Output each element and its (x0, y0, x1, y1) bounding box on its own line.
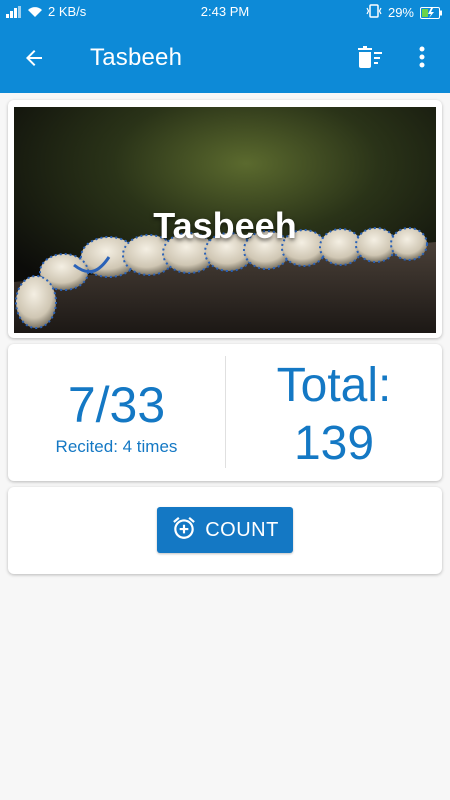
battery-icon (420, 6, 442, 19)
delete-sweep-icon (356, 44, 384, 75)
hero-card: Tasbeeh (8, 100, 442, 338)
page-title: Tasbeeh (90, 44, 183, 71)
arrow-back-icon (22, 46, 46, 75)
hero-title: Tasbeeh (153, 205, 297, 246)
count-action-card: COUNT (8, 487, 442, 574)
total-block: Total: 139 (226, 344, 442, 481)
prayer-beads-image: Tasbeeh (14, 107, 436, 333)
overflow-menu-button[interactable] (408, 44, 436, 74)
more-vert-icon (419, 46, 425, 73)
current-count-block: 7/33 Recited: 4 times (8, 344, 225, 481)
count-button-label: COUNT (205, 518, 279, 541)
status-bar: 2 KB/s 2:43 PM 29% (0, 0, 450, 24)
back-button[interactable] (18, 44, 50, 76)
recited-times: Recited: 4 times (55, 437, 178, 456)
reset-button[interactable] (354, 44, 386, 74)
vibrate-icon (366, 4, 382, 21)
count-button[interactable]: COUNT (157, 507, 293, 553)
total-value: 139 (293, 417, 375, 470)
app-bar: Tasbeeh (0, 24, 450, 93)
counter-card: 7/33 Recited: 4 times Total: 139 (8, 344, 442, 481)
current-count: 7/33 (67, 377, 166, 433)
battery-level: 29% (387, 5, 414, 20)
add-alarm-icon (171, 515, 197, 546)
total-label: Total: (276, 359, 392, 412)
